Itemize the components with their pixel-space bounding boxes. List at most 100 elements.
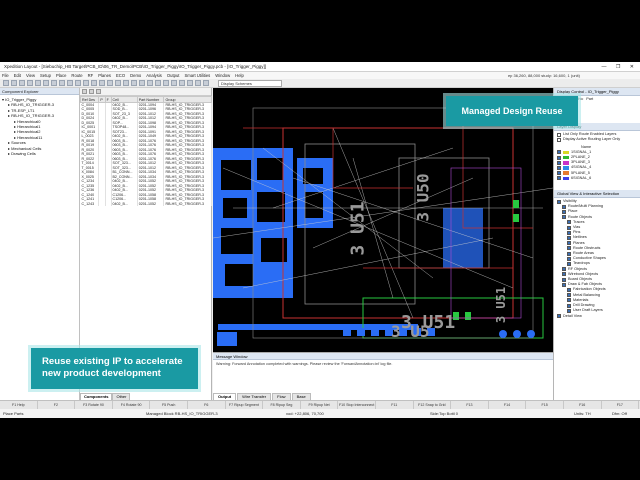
- pcb-canvas[interactable]: 3 U51 3 U50 3 U51 3 U5 3 U51: [213, 88, 553, 352]
- display-scheme-dropdown[interactable]: Display Schemes: [218, 80, 282, 87]
- toolbar-tool-icon[interactable]: [171, 80, 177, 86]
- pour-cutout: [303, 168, 323, 184]
- managed-design-reuse-banner: Managed Design Reuse: [446, 96, 578, 126]
- menu-item-setup[interactable]: Setup: [40, 73, 51, 78]
- layer-checkbox[interactable]: [557, 155, 561, 160]
- toolbar-tool-icon[interactable]: [155, 80, 161, 86]
- object-checkbox[interactable]: [567, 262, 571, 267]
- toolbar-tool-icon[interactable]: [3, 80, 9, 86]
- menu-item-file[interactable]: File: [2, 73, 9, 78]
- menu-item-smart-utilities[interactable]: Smart Utilities: [184, 73, 210, 78]
- toolbar-tool-icon[interactable]: [139, 80, 145, 86]
- layer-option[interactable]: Display Active Routing Layer Only: [557, 137, 637, 142]
- object-checkbox[interactable]: [562, 210, 566, 215]
- layer-color-swatch[interactable]: [563, 150, 569, 155]
- layer-checkbox[interactable]: [557, 150, 561, 155]
- tab-part[interactable]: Part: [586, 97, 593, 102]
- layer-checkbox[interactable]: [557, 160, 561, 165]
- refresh-icon[interactable]: [89, 89, 94, 94]
- object-checkbox[interactable]: [562, 215, 566, 220]
- layer-color-swatch[interactable]: [563, 176, 569, 181]
- object-checkbox[interactable]: [557, 199, 561, 204]
- toolbar-tool-icon[interactable]: [67, 80, 73, 86]
- toolbar-tool-icon[interactable]: [91, 80, 97, 86]
- parts-table: Ref Des P F Cell Part Number Group C_0004 0402…: [79, 96, 212, 206]
- object-row[interactable]: Detail View: [557, 314, 637, 319]
- object-checkbox[interactable]: [567, 288, 571, 293]
- toolbar-tool-icon[interactable]: [35, 80, 41, 86]
- object-checkbox[interactable]: [562, 282, 566, 287]
- menu-item-edit[interactable]: Edit: [14, 73, 21, 78]
- sort-icon[interactable]: [96, 89, 101, 94]
- object-checkbox[interactable]: [567, 225, 571, 230]
- menu-item-analysis[interactable]: Analysis: [146, 73, 162, 78]
- menu-item-output[interactable]: Output: [167, 73, 180, 78]
- toolbar-tool-icon[interactable]: [43, 80, 49, 86]
- object-checkbox[interactable]: [567, 220, 571, 225]
- table-row[interactable]: C_1243 0402_B... 0201-1052 RB-HS_IO_TRIGGER…: [80, 201, 212, 206]
- layer-options: List Only Route Enabled Layers Display Ac…: [554, 131, 640, 143]
- object-checkbox[interactable]: [567, 303, 571, 308]
- checkbox[interactable]: [557, 138, 561, 142]
- layer-color-swatch[interactable]: [563, 171, 569, 175]
- layer-color-swatch[interactable]: [563, 166, 569, 170]
- toolbar-tool-icon[interactable]: [107, 80, 113, 86]
- menu-item-view[interactable]: View: [26, 73, 35, 78]
- object-checkbox[interactable]: [567, 293, 571, 298]
- checkbox[interactable]: [557, 132, 561, 137]
- menu-item-help[interactable]: Help: [235, 73, 244, 78]
- toolbar-tool-icon[interactable]: [115, 80, 121, 86]
- toolbar-tool-icon[interactable]: [123, 80, 129, 86]
- menu-item-demo[interactable]: Demo: [130, 73, 141, 78]
- object-checkbox[interactable]: [562, 267, 566, 272]
- toolbar-tool-icon[interactable]: [187, 80, 193, 86]
- menu-item-eco[interactable]: ECO: [116, 73, 125, 78]
- object-checkbox[interactable]: [562, 272, 566, 277]
- toolbar-tool-icon[interactable]: [203, 80, 209, 86]
- toolbar-tool-icon[interactable]: [131, 80, 137, 86]
- component-explorer-title: Component Explorer: [0, 88, 79, 95]
- object-checkbox[interactable]: [567, 308, 571, 313]
- menu-item-place[interactable]: Place: [56, 73, 66, 78]
- toolbar-tool-icon[interactable]: [179, 80, 185, 86]
- window-controls[interactable]: — ❐ ✕: [602, 62, 638, 71]
- object-checkbox[interactable]: [567, 256, 571, 261]
- toolbar-tool-icon[interactable]: [51, 80, 57, 86]
- layer-row[interactable]: 6 SIGNAL_6: [557, 176, 637, 181]
- object-checkbox[interactable]: [567, 236, 571, 241]
- toolbar-tool-icon[interactable]: [27, 80, 33, 86]
- layer-checkbox[interactable]: [557, 166, 561, 171]
- toolbar-tool-icon[interactable]: [195, 80, 201, 86]
- tree-item[interactable]: ▸ Drawing Cells: [2, 151, 77, 156]
- object-checkbox[interactable]: [567, 246, 571, 251]
- filter-icon[interactable]: [82, 89, 87, 94]
- status-units: Units: TH: [574, 411, 591, 416]
- main-toolbar: Display Schemes: [0, 79, 640, 88]
- layer-color-swatch[interactable]: [563, 155, 569, 160]
- menu-item-planes[interactable]: Planes: [98, 73, 111, 78]
- toolbar-tool-icon[interactable]: [59, 80, 65, 86]
- toolbar-tool-icon[interactable]: [163, 80, 169, 86]
- object-checkbox[interactable]: [567, 251, 571, 256]
- object-checkbox[interactable]: [562, 204, 566, 209]
- layer-checkbox[interactable]: [557, 171, 561, 176]
- object-checkbox[interactable]: [567, 298, 571, 303]
- menu-item-route[interactable]: Route: [71, 73, 82, 78]
- toolbar-tool-icon[interactable]: [75, 80, 81, 86]
- toolbar-tool-icon[interactable]: [83, 80, 89, 86]
- object-checkbox[interactable]: [567, 241, 571, 246]
- menu-item-rf[interactable]: RF: [88, 73, 94, 78]
- layer-checkbox[interactable]: [557, 176, 561, 181]
- object-label: Detail View: [563, 313, 582, 318]
- coordinate-readout: ep 36,260, 88,000 study: 16,600, 1 (unit…: [507, 73, 580, 78]
- toolbar-tool-icon[interactable]: [11, 80, 17, 86]
- toolbar-tool-icon[interactable]: [99, 80, 105, 86]
- layer-color-swatch[interactable]: [563, 161, 569, 165]
- pads: [217, 328, 535, 346]
- menu-item-window[interactable]: Window: [215, 73, 230, 78]
- object-checkbox[interactable]: [562, 277, 566, 282]
- object-checkbox[interactable]: [557, 314, 561, 319]
- object-checkbox[interactable]: [567, 230, 571, 235]
- toolbar-tool-icon[interactable]: [147, 80, 153, 86]
- toolbar-tool-icon[interactable]: [19, 80, 25, 86]
